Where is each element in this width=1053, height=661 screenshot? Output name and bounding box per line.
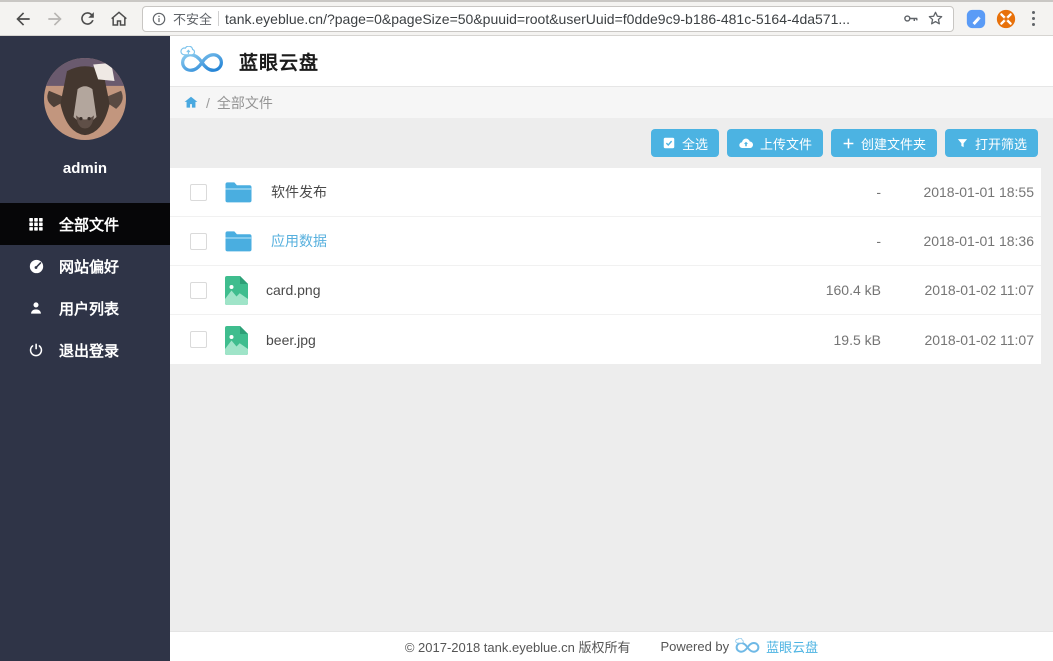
info-icon[interactable] (151, 11, 167, 27)
filter-icon (956, 137, 969, 150)
file-name[interactable]: beer.jpg (266, 332, 316, 348)
create-folder-label: 创建文件夹 (861, 134, 926, 153)
cloud-upload-icon (738, 136, 754, 150)
select-all-label: 全选 (682, 134, 708, 153)
main-area: 蓝眼云盘 / 全部文件 全选 上传文件 创建文件夹 打开筛选 (170, 36, 1053, 661)
file-row[interactable]: 软件发布 - 2018-01-01 18:55 (170, 168, 1041, 217)
row-checkbox[interactable] (190, 233, 207, 250)
app-logo-icon (178, 46, 226, 76)
check-square-icon (662, 136, 676, 150)
back-icon (13, 9, 33, 29)
password-key-icon[interactable] (901, 9, 920, 28)
file-size: 19.5 kB (781, 332, 881, 348)
forward-icon (45, 9, 65, 29)
back-button[interactable] (8, 4, 38, 34)
sidebar-item-logout[interactable]: 退出登录 (0, 329, 170, 371)
app-title: 蓝眼云盘 (239, 48, 319, 75)
reload-button[interactable] (72, 4, 102, 34)
file-name[interactable]: 软件发布 (271, 182, 327, 202)
file-list: 软件发布 - 2018-01-01 18:55 应用数据 - 2018-01-0… (170, 168, 1041, 364)
footer-logo-icon (734, 638, 761, 655)
home-icon (109, 9, 129, 29)
upload-file-button[interactable]: 上传文件 (727, 129, 823, 157)
file-date: 2018-01-01 18:55 (881, 184, 1034, 200)
file-date: 2018-01-01 18:36 (881, 233, 1034, 249)
dashboard-icon (27, 258, 45, 275)
omnibox-separator (218, 11, 219, 26)
file-size: - (781, 233, 881, 249)
sidebar: admin 全部文件 网站偏好 用户列表 退出登录 (0, 36, 170, 661)
extension-orange-icon[interactable] (992, 5, 1020, 33)
breadcrumb: / 全部文件 (170, 86, 1053, 118)
powered-by: Powered by 蓝眼云盘 (660, 637, 818, 656)
sidebar-item-all-files[interactable]: 全部文件 (0, 203, 170, 245)
upload-file-label: 上传文件 (760, 134, 812, 153)
row-checkbox[interactable] (190, 184, 207, 201)
username-label: admin (0, 160, 170, 177)
browser-toolbar: 不安全 tank.eyeblue.cn/?page=0&pageSize=50&… (0, 0, 1053, 36)
file-row[interactable]: 应用数据 - 2018-01-01 18:36 (170, 217, 1041, 266)
actions-toolbar: 全选 上传文件 创建文件夹 打开筛选 (170, 118, 1053, 157)
copyright-text: © 2017-2018 tank.eyeblue.cn 版权所有 (405, 637, 631, 656)
sidebar-item-user-list[interactable]: 用户列表 (0, 287, 170, 329)
grid-icon (27, 216, 45, 232)
sidebar-item-label: 全部文件 (59, 214, 119, 235)
breadcrumb-separator: / (206, 95, 210, 111)
folder-icon (224, 180, 254, 204)
sidebar-item-label: 用户列表 (59, 298, 119, 319)
breadcrumb-home-icon[interactable] (183, 95, 199, 110)
reload-icon (78, 9, 97, 28)
breadcrumb-current: 全部文件 (217, 93, 273, 113)
browser-menu-button[interactable] (1022, 7, 1046, 31)
sidebar-menu: 全部文件 网站偏好 用户列表 退出登录 (0, 203, 170, 371)
image-file-icon (224, 275, 249, 305)
goat-avatar-image (44, 58, 126, 140)
sidebar-item-preferences[interactable]: 网站偏好 (0, 245, 170, 287)
select-all-button[interactable]: 全选 (651, 129, 719, 157)
sidebar-item-label: 网站偏好 (59, 256, 119, 277)
row-checkbox[interactable] (190, 282, 207, 299)
file-name[interactable]: 应用数据 (271, 231, 327, 251)
file-date: 2018-01-02 11:07 (881, 282, 1034, 298)
url-text[interactable]: tank.eyeblue.cn/?page=0&pageSize=50&puui… (225, 11, 894, 27)
home-button[interactable] (104, 4, 134, 34)
address-bar[interactable]: 不安全 tank.eyeblue.cn/?page=0&pageSize=50&… (142, 6, 954, 32)
file-size: 160.4 kB (781, 282, 881, 298)
sidebar-item-label: 退出登录 (59, 340, 119, 361)
user-avatar[interactable] (44, 58, 126, 140)
image-file-icon (224, 325, 249, 355)
app-header: 蓝眼云盘 (170, 36, 1053, 86)
security-label[interactable]: 不安全 (173, 9, 212, 28)
extension-blue-icon[interactable] (962, 5, 990, 33)
file-date: 2018-01-02 11:07 (881, 332, 1034, 348)
forward-button[interactable] (40, 4, 70, 34)
create-folder-button[interactable]: 创建文件夹 (831, 129, 937, 157)
bookmark-star-icon[interactable] (926, 9, 945, 28)
row-checkbox[interactable] (190, 331, 207, 348)
user-icon (27, 300, 45, 316)
power-icon (27, 342, 45, 358)
file-row[interactable]: beer.jpg 19.5 kB 2018-01-02 11:07 (170, 315, 1041, 364)
plus-icon (842, 137, 855, 150)
open-filter-button[interactable]: 打开筛选 (945, 129, 1038, 157)
file-row[interactable]: card.png 160.4 kB 2018-01-02 11:07 (170, 266, 1041, 315)
open-filter-label: 打开筛选 (975, 134, 1027, 153)
content-area: 全选 上传文件 创建文件夹 打开筛选 软件发布 - (170, 118, 1053, 631)
brand-link[interactable]: 蓝眼云盘 (766, 637, 818, 656)
file-name[interactable]: card.png (266, 282, 320, 298)
file-size: - (781, 184, 881, 200)
powered-by-label: Powered by (660, 639, 729, 654)
folder-icon (224, 229, 254, 253)
footer: © 2017-2018 tank.eyeblue.cn 版权所有 Powered… (170, 631, 1053, 661)
